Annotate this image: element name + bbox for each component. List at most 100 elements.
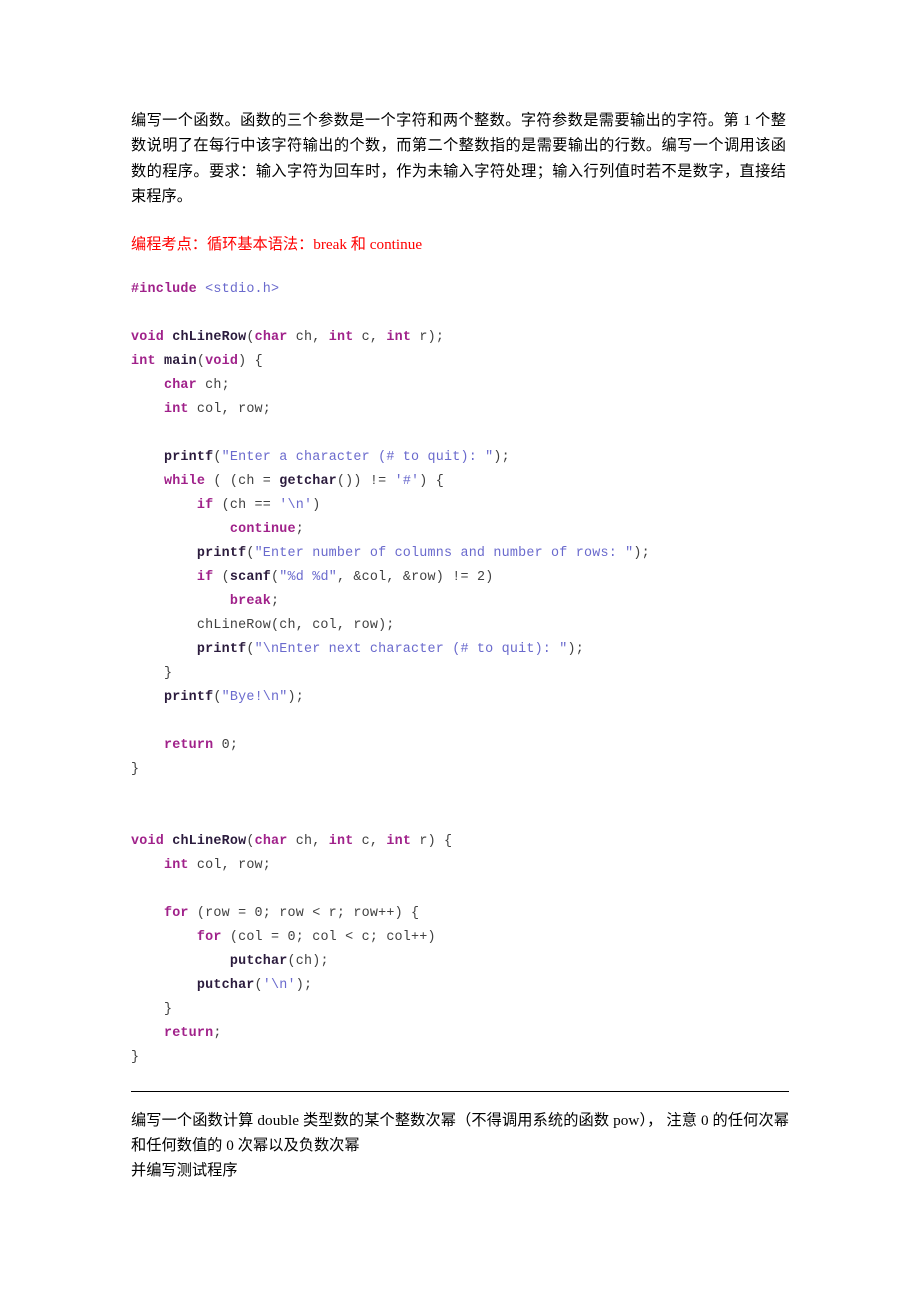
- code-token-fn: putchar: [196, 977, 255, 993]
- code-token-fn: main: [163, 353, 197, 369]
- code-token-kw: char: [254, 833, 288, 849]
- code-line: if (scanf("%d %d", &col, &row) != 2): [131, 566, 789, 590]
- code-token-pl: );: [633, 545, 650, 561]
- tail-paragraphs: 编写一个函数计算 double 类型数的某个整数次幂（不得调用系统的函数 pow…: [131, 1092, 789, 1184]
- code-token-pl: col, row;: [188, 401, 272, 417]
- code-token-pl: (: [246, 545, 255, 561]
- tail-paragraph: 编写一个函数计算 double 类型数的某个整数次幂（不得调用系统的函数 pow…: [131, 1111, 789, 1155]
- code-token-fn: printf: [196, 641, 247, 657]
- code-token-kw: void: [131, 329, 164, 345]
- document-content: 编写一个函数。函数的三个参数是一个字符和两个整数。字符参数是需要输出的字符。第 …: [131, 108, 789, 1184]
- code-token-pl: (ch ==: [213, 497, 280, 513]
- code-token-kw: int: [386, 329, 412, 345]
- code-token-str: "\nEnter next character (# to quit): ": [254, 641, 568, 657]
- code-token-kw: int: [328, 329, 354, 345]
- code-line: printf("Enter number of columns and numb…: [131, 542, 789, 566]
- code-token-str: <stdio.h>: [205, 281, 280, 297]
- code-line: #include <stdio.h>: [131, 278, 789, 302]
- code-token-pl: (: [196, 353, 206, 369]
- code-token-pl: ;: [295, 521, 304, 537]
- code-token-pl: c,: [353, 833, 387, 849]
- code-token-pl: ;: [213, 1025, 222, 1041]
- code-token-pl: (row = 0; row < r; row++) {: [188, 905, 420, 921]
- code-token-kw: void: [131, 833, 164, 849]
- tail-paragraph: 并编写测试程序: [131, 1162, 238, 1180]
- code-token-pl: );: [567, 641, 585, 657]
- code-token-pl: }: [163, 665, 173, 681]
- code-line: if (ch == '\n'): [131, 494, 789, 518]
- code-line: for (col = 0; col < c; col++): [131, 926, 789, 950]
- code-line: for (row = 0; row < r; row++) {: [131, 902, 789, 926]
- code-line: int col, row;: [131, 398, 789, 422]
- code-token-fn: getchar: [279, 473, 337, 489]
- code-token-pl: ) {: [238, 353, 263, 369]
- intro-paragraph: 编写一个函数。函数的三个参数是一个字符和两个整数。字符参数是需要输出的字符。第 …: [131, 112, 786, 206]
- code-line: char ch;: [131, 374, 789, 398]
- code-token-kw: int: [328, 833, 354, 849]
- code-token-fn: putchar: [229, 953, 288, 969]
- code-token-pl: }: [131, 761, 140, 777]
- code-token-kw: char: [163, 377, 197, 393]
- code-line: putchar(ch);: [131, 950, 789, 974]
- code-token-str: '\n': [262, 977, 296, 993]
- code-token-pl: r);: [411, 329, 445, 345]
- code-line: continue;: [131, 518, 789, 542]
- code-line: while ( (ch = getchar()) != '#') {: [131, 470, 789, 494]
- code-token-pl: ch,: [287, 329, 329, 345]
- code-line: void chLineRow(char ch, int c, int r) {: [131, 830, 789, 854]
- code-token-pl: ): [312, 497, 321, 513]
- code-token-pre: #include: [131, 281, 197, 297]
- code-token-str: "%d %d": [279, 569, 337, 585]
- code-line: break;: [131, 590, 789, 614]
- code-token-kw: int: [163, 857, 189, 873]
- code-token-pl: (ch);: [287, 953, 329, 969]
- code-token-pl: ch;: [196, 377, 230, 393]
- code-block: #include <stdio.h> void chLineRow(char ch…: [131, 256, 789, 1070]
- code-token-pl: col, row;: [188, 857, 272, 873]
- code-token-pl: }: [163, 1001, 173, 1017]
- code-token-kw: if: [196, 497, 214, 513]
- code-token-pl: );: [493, 449, 510, 465]
- code-line: putchar('\n');: [131, 974, 789, 998]
- code-token-fn: printf: [163, 689, 214, 705]
- code-token-str: "Enter number of columns and number of r…: [254, 545, 634, 561]
- code-token-pl: (: [254, 977, 263, 993]
- code-token-kw: int: [163, 401, 189, 417]
- code-line: void chLineRow(char ch, int c, int r);: [131, 326, 789, 350]
- code-token-kw: break: [229, 593, 272, 609]
- code-line: return 0;: [131, 734, 789, 758]
- exam-point-note: 编程考点：循环基本语法：break 和 continue: [131, 235, 423, 253]
- code-token-pl: chLineRow(ch, col, row);: [196, 617, 395, 633]
- code-token-pl: ) {: [419, 473, 445, 489]
- code-token-pl: (: [213, 449, 222, 465]
- code-token-pl: ch,: [287, 833, 329, 849]
- code-line: int main(void) {: [131, 350, 789, 374]
- code-token-fn: scanf: [229, 569, 272, 585]
- code-token-kw: for: [196, 929, 222, 945]
- code-line: }: [131, 1046, 789, 1070]
- code-token-kw: for: [163, 905, 189, 921]
- section-divider-wrap: [131, 1070, 789, 1092]
- code-token-pl: (: [246, 641, 255, 657]
- code-token-kw: int: [386, 833, 412, 849]
- code-token-pl: );: [295, 977, 313, 993]
- code-line: int col, row;: [131, 854, 789, 878]
- code-token-pl: (: [213, 569, 230, 585]
- code-token-pl: }: [131, 1049, 140, 1065]
- code-token-pl: );: [287, 689, 304, 705]
- code-token-pl: r) {: [411, 833, 453, 849]
- code-token-kw: if: [196, 569, 214, 585]
- code-token-str: "Enter a character (# to quit): ": [221, 449, 494, 465]
- code-token-pl: c,: [353, 329, 387, 345]
- code-line: chLineRow(ch, col, row);: [131, 614, 789, 638]
- code-token-str: '\n': [279, 497, 313, 513]
- document-page: 编写一个函数。函数的三个参数是一个字符和两个整数。字符参数是需要输出的字符。第 …: [0, 0, 920, 1302]
- code-token-pl: , &col, &row) != 2): [336, 569, 494, 585]
